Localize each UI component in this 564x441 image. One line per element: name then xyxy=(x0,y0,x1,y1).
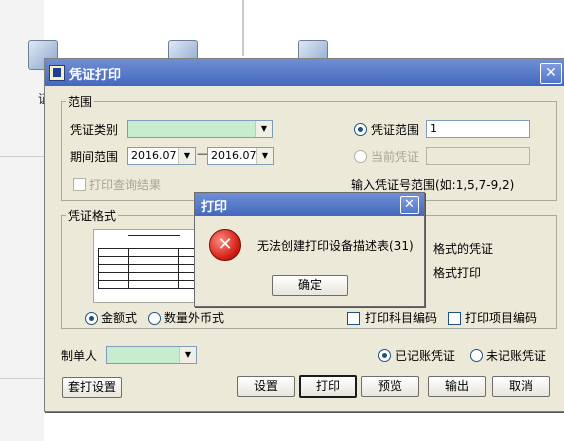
close-icon: ✕ xyxy=(545,65,557,81)
app-icon xyxy=(49,65,65,81)
error-title-bar: 打印 ✕ xyxy=(195,193,424,216)
voucher-range-input[interactable]: 1 xyxy=(426,120,530,138)
period-from-value: 2016.07 xyxy=(131,149,177,162)
print-error-dialog: 打印 ✕ ✕ 无法创建打印设备描述表(31) 确定 xyxy=(194,192,425,307)
current-voucher-radio[interactable] xyxy=(354,150,367,163)
print-query-results-checkbox[interactable] xyxy=(73,178,86,191)
title-bar: 凭证打印 ✕ xyxy=(45,59,564,86)
range-legend: 范围 xyxy=(68,95,93,109)
settings-button[interactable]: 设置 xyxy=(237,376,295,397)
print-item-code-label: 打印项目编码 xyxy=(465,311,538,325)
posted-voucher-label: 已记账凭证 xyxy=(395,349,456,363)
quantity-foreign-style-radio[interactable] xyxy=(148,312,161,325)
desktop-divider xyxy=(0,378,44,379)
error-message: 无法创建打印设备描述表(31) xyxy=(257,239,414,253)
chevron-down-icon[interactable]: ▼ xyxy=(256,148,273,164)
quantity-foreign-style-label: 数量外币式 xyxy=(164,311,225,325)
current-voucher-label: 当前凭证 xyxy=(371,150,420,164)
maker-label: 制单人 xyxy=(61,349,98,363)
voucher-format-legend: 凭证格式 xyxy=(68,209,117,223)
voucher-range-radio[interactable] xyxy=(354,123,367,136)
overprint-settings-button[interactable]: 套打设置 xyxy=(62,377,122,398)
period-to-value: 2016.07 xyxy=(211,149,257,162)
preview-button[interactable]: 预览 xyxy=(361,376,419,397)
desktop-divider xyxy=(0,156,44,157)
cancel-button[interactable]: 取消 xyxy=(492,376,550,397)
amount-style-radio[interactable] xyxy=(85,312,98,325)
period-range-label: 期间范围 xyxy=(70,150,119,164)
close-button[interactable]: ✕ xyxy=(540,63,562,84)
chevron-down-icon[interactable]: ▼ xyxy=(178,148,195,164)
posted-voucher-radio[interactable] xyxy=(378,349,391,362)
print-subject-code-checkbox[interactable] xyxy=(347,312,360,325)
print-subject-code-label: 打印科目编码 xyxy=(365,311,438,325)
current-voucher-input[interactable] xyxy=(426,147,530,165)
close-icon: ✕ xyxy=(404,197,415,212)
chevron-down-icon[interactable]: ▼ xyxy=(179,347,196,363)
format-preview xyxy=(93,229,195,303)
desktop-divider xyxy=(242,0,244,56)
unposted-voucher-radio[interactable] xyxy=(470,349,483,362)
period-from-select[interactable]: 2016.07 ▼ xyxy=(127,147,196,165)
ok-button[interactable]: 确定 xyxy=(272,275,348,296)
dialog-title: 凭证打印 xyxy=(69,68,122,83)
voucher-range-value: 1 xyxy=(430,122,437,135)
error-icon: ✕ xyxy=(209,229,241,261)
voucher-range-hint: 输入凭证号范围(如:1,5,7-9,2) xyxy=(351,178,515,192)
voucher-type-select[interactable]: ▼ xyxy=(127,120,273,138)
period-to-select[interactable]: 2016.07 ▼ xyxy=(207,147,274,165)
print-button[interactable]: 打印 xyxy=(299,375,357,398)
unposted-voucher-label: 未记账凭证 xyxy=(486,349,547,363)
maker-select[interactable]: ▼ xyxy=(106,346,197,364)
print-item-code-checkbox[interactable] xyxy=(448,312,461,325)
voucher-range-label: 凭证范围 xyxy=(371,123,420,137)
error-close-button[interactable]: ✕ xyxy=(400,196,419,214)
format-text-1: 格式的凭证 xyxy=(433,242,494,256)
format-text-2: 格式打印 xyxy=(433,266,482,280)
voucher-type-label: 凭证类别 xyxy=(70,123,119,137)
export-button[interactable]: 输出 xyxy=(428,376,486,397)
print-query-results-label: 打印查询结果 xyxy=(89,178,162,192)
chevron-down-icon[interactable]: ▼ xyxy=(255,121,272,137)
amount-style-label: 金额式 xyxy=(101,311,138,325)
error-dialog-title: 打印 xyxy=(201,200,228,215)
